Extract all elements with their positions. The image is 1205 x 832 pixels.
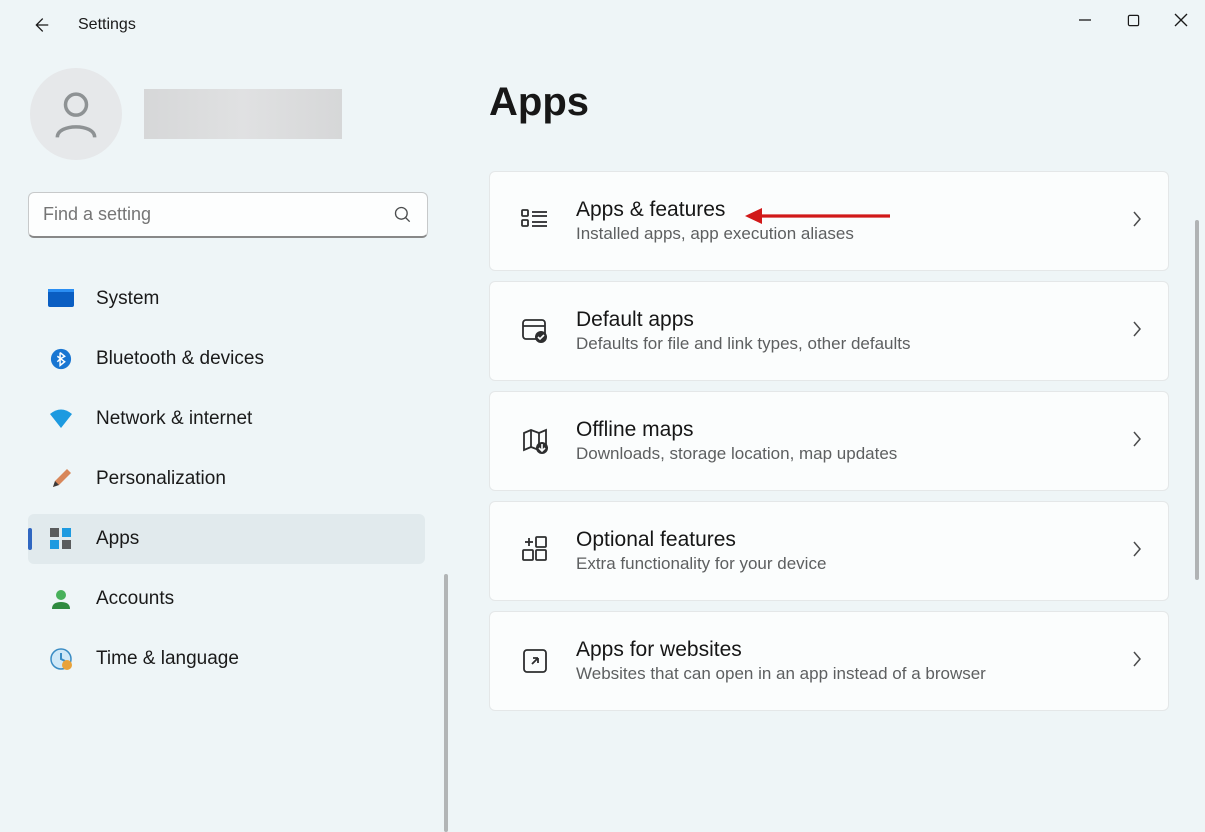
search-box[interactable] <box>28 192 428 238</box>
main-scrollbar[interactable] <box>1195 220 1199 580</box>
nav-item-time[interactable]: Time & language <box>28 634 425 684</box>
profile-name-placeholder <box>144 89 342 139</box>
nav-item-bluetooth[interactable]: Bluetooth & devices <box>28 334 425 384</box>
sidebar: System Bluetooth & devices Network & int… <box>0 50 445 727</box>
nav-item-accounts[interactable]: Accounts <box>28 574 425 624</box>
card-apps-websites[interactable]: Apps for websites Websites that can open… <box>489 611 1169 711</box>
avatar <box>30 68 122 160</box>
maximize-button[interactable] <box>1109 0 1157 40</box>
page-title: Apps <box>489 80 1185 125</box>
chevron-right-icon <box>1130 650 1144 673</box>
card-title: Default apps <box>576 308 1130 332</box>
search-input[interactable] <box>43 204 393 225</box>
nav-label: Time & language <box>96 648 239 670</box>
card-subtitle: Installed apps, app execution aliases <box>576 224 1130 244</box>
apps-websites-icon <box>518 646 552 676</box>
maximize-icon <box>1127 14 1140 27</box>
card-optional-features[interactable]: Optional features Extra functionality fo… <box>489 501 1169 601</box>
accounts-icon <box>48 586 74 612</box>
titlebar: Settings <box>0 0 1205 50</box>
chevron-right-icon <box>1130 320 1144 343</box>
nav-item-network[interactable]: Network & internet <box>28 394 425 444</box>
chevron-right-icon <box>1130 540 1144 563</box>
minimize-icon <box>1078 13 1092 27</box>
nav-item-personalization[interactable]: Personalization <box>28 454 425 504</box>
optional-features-icon <box>518 536 552 566</box>
close-button[interactable] <box>1157 0 1205 40</box>
card-offline-maps[interactable]: Offline maps Downloads, storage location… <box>489 391 1169 491</box>
nav-item-apps[interactable]: Apps <box>28 514 425 564</box>
system-icon <box>48 286 74 312</box>
apps-features-icon <box>518 206 552 236</box>
card-title: Offline maps <box>576 418 1130 442</box>
chevron-right-icon <box>1130 210 1144 233</box>
minimize-button[interactable] <box>1061 0 1109 40</box>
network-icon <box>48 406 74 432</box>
bluetooth-icon <box>48 346 74 372</box>
nav-label: Network & internet <box>96 408 252 430</box>
card-subtitle: Websites that can open in an app instead… <box>576 664 1130 684</box>
card-subtitle: Defaults for file and link types, other … <box>576 334 1130 354</box>
card-subtitle: Extra functionality for your device <box>576 554 1130 574</box>
nav-label: Accounts <box>96 588 174 610</box>
nav-list: System Bluetooth & devices Network & int… <box>28 274 445 684</box>
profile-section[interactable] <box>30 68 445 160</box>
time-icon <box>48 646 74 672</box>
person-icon <box>48 86 104 142</box>
card-apps-features[interactable]: Apps & features Installed apps, app exec… <box>489 171 1169 271</box>
nav-label: Personalization <box>96 468 226 490</box>
apps-icon <box>48 526 74 552</box>
card-title: Apps for websites <box>576 638 1130 662</box>
card-title: Optional features <box>576 528 1130 552</box>
back-arrow-icon <box>29 14 51 36</box>
card-list: Apps & features Installed apps, app exec… <box>489 171 1169 711</box>
personalization-icon <box>48 466 74 492</box>
back-button[interactable] <box>20 5 60 45</box>
card-title: Apps & features <box>576 198 1130 222</box>
offline-maps-icon <box>518 426 552 456</box>
nav-label: Bluetooth & devices <box>96 348 264 370</box>
main-content: Apps Apps & features Installed apps, app… <box>445 50 1205 727</box>
nav-label: Apps <box>96 528 139 550</box>
search-icon <box>393 205 413 225</box>
nav-item-system[interactable]: System <box>28 274 425 324</box>
window-controls <box>1061 0 1205 40</box>
window-title: Settings <box>78 16 136 34</box>
chevron-right-icon <box>1130 430 1144 453</box>
default-apps-icon <box>518 316 552 346</box>
close-icon <box>1174 13 1188 27</box>
card-subtitle: Downloads, storage location, map updates <box>576 444 1130 464</box>
nav-label: System <box>96 288 159 310</box>
card-default-apps[interactable]: Default apps Defaults for file and link … <box>489 281 1169 381</box>
